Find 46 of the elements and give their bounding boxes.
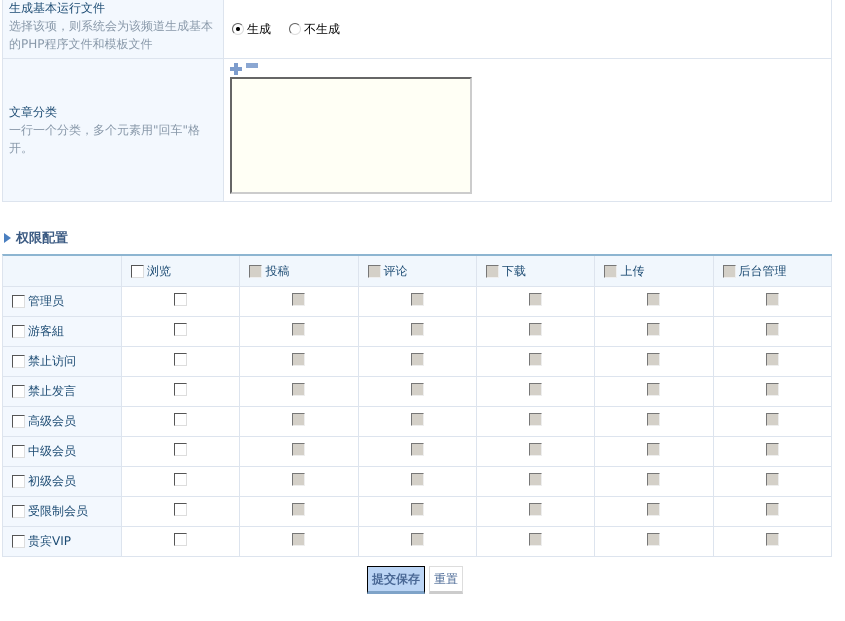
field-description: 选择该项，则系统会为该频道生成基本的PHP程序文件和模板文件	[9, 18, 214, 53]
row-label: 中级会员	[28, 443, 76, 460]
checkbox[interactable]	[174, 443, 188, 456]
checkbox[interactable]	[12, 445, 25, 458]
checkbox[interactable]	[174, 413, 188, 426]
triangle-icon	[4, 233, 11, 243]
checkbox[interactable]	[12, 415, 25, 428]
column-label: 投稿	[265, 262, 290, 280]
column-label: 浏览	[147, 262, 171, 280]
row-label: 高级会员	[28, 413, 76, 430]
column-label: 上传	[620, 262, 644, 280]
radio-option[interactable]: 生成	[232, 20, 271, 38]
checkbox[interactable]	[12, 535, 25, 548]
checkbox[interactable]	[174, 503, 188, 516]
row-label: 游客組	[28, 323, 64, 340]
text-area[interactable]	[230, 77, 472, 194]
checkbox[interactable]	[174, 533, 188, 546]
reset-button[interactable]: 重置	[429, 566, 463, 594]
checkbox[interactable]	[174, 473, 188, 486]
radio-option[interactable]: 不生成	[289, 20, 340, 38]
field-label: 生成基本运行文件	[9, 0, 106, 17]
field-label: 文章分类	[9, 104, 58, 121]
row-label: 贵宾VIP	[28, 533, 71, 550]
checkbox[interactable]	[12, 475, 25, 488]
checkbox[interactable]	[12, 325, 25, 338]
checkbox[interactable]	[12, 505, 25, 518]
checkbox[interactable]	[174, 383, 188, 396]
row-label: 禁止发言	[28, 383, 76, 400]
checkbox[interactable]	[131, 264, 144, 278]
submit-button[interactable]: 提交保存	[367, 566, 425, 594]
checkbox[interactable]	[12, 355, 25, 368]
column-label: 后台管理	[738, 262, 787, 280]
section-title: 权限配置	[16, 230, 68, 247]
checkbox[interactable]	[174, 323, 188, 336]
row-label: 禁止访问	[28, 353, 76, 370]
field-description: 一行一个分类，多个元素用"回车"格开。	[9, 122, 202, 157]
checkbox[interactable]	[174, 353, 188, 366]
column-label: 下载	[502, 262, 526, 280]
checkbox[interactable]	[12, 295, 25, 308]
row-label: 受限制会员	[28, 503, 88, 520]
row-label: 初级会员	[28, 473, 76, 490]
checkbox[interactable]	[174, 293, 188, 306]
plus-icon[interactable]	[230, 63, 242, 75]
checkbox[interactable]	[12, 385, 25, 398]
row-label: 管理员	[28, 293, 64, 310]
column-label: 评论	[384, 262, 408, 280]
